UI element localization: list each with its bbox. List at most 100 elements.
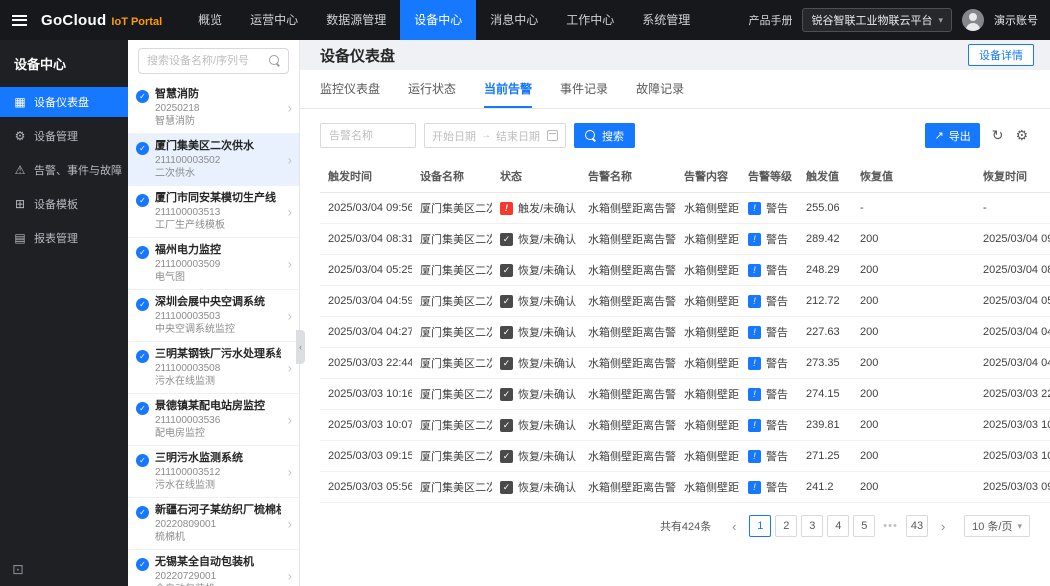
- device-name: 无锡某全自动包装机: [155, 555, 281, 570]
- top-nav-item[interactable]: 设备中心: [400, 0, 476, 40]
- sidebar-item[interactable]: ▤ 报表管理: [0, 223, 128, 253]
- device-list-item[interactable]: 无锡某全自动包装机 20220729001 全自动包装机: [128, 550, 299, 586]
- avatar[interactable]: [962, 9, 984, 31]
- tab[interactable]: 故障记录: [636, 80, 684, 108]
- cell-recovery-value: 200: [852, 317, 975, 348]
- cell-recovery-time: -: [975, 193, 1050, 224]
- level-badge-icon: [748, 357, 761, 370]
- menu-toggle-icon[interactable]: [12, 15, 27, 26]
- table-row[interactable]: 2025/03/03 05:56:11 厦门集美区二次供水 恢复/未确认 水箱侧…: [320, 472, 1050, 503]
- table-row[interactable]: 2025/03/04 05:25:37 厦门集美区二次供水 恢复/未确认 水箱侧…: [320, 255, 1050, 286]
- content-card: 监控仪表盘 运行状态 当前告警 事件记录 故障记录 开始日期 → 结束日期: [300, 70, 1050, 586]
- device-list-item[interactable]: 福州电力监控 211100003509 电气图: [128, 238, 299, 290]
- level-badge-icon: [748, 481, 761, 494]
- device-list-item[interactable]: 厦门集美区二次供水 211100003502 二次供水: [128, 134, 299, 186]
- cell-device-name: 厦门集美区二次供水: [412, 348, 492, 379]
- search-button[interactable]: 搜索: [574, 123, 635, 148]
- sidebar-item-icon: ▦: [13, 95, 27, 109]
- top-nav-item[interactable]: 系统管理: [628, 0, 704, 40]
- cell-trigger-value: 255.06: [798, 193, 852, 224]
- chevron-right-icon: [288, 464, 292, 479]
- panel-collapse-handle[interactable]: ‹: [296, 330, 305, 364]
- platform-select[interactable]: 锐谷智联工业物联云平台 ▾: [802, 8, 952, 32]
- cell-alert-level: 警告: [740, 255, 798, 286]
- alerts-table-wrap: 触发时间设备名称状态告警名称告警内容告警等级触发值恢复值恢复时间 2025/03…: [320, 160, 1050, 503]
- search-icon[interactable]: [269, 55, 281, 67]
- date-range-picker[interactable]: 开始日期 → 结束日期: [424, 123, 566, 148]
- sidebar-item[interactable]: ⊞ 设备模板: [0, 189, 128, 219]
- cell-trigger-value: 239.81: [798, 410, 852, 441]
- page-size-select[interactable]: 10 条/页 ▾: [964, 515, 1030, 537]
- top-navbar: GoCloud IoT Portal 概览 运营中心 数据源管理 设备中心 消息…: [0, 0, 1050, 40]
- table-row[interactable]: 2025/03/04 04:59:56 厦门集美区二次供水 恢复/未确认 水箱侧…: [320, 286, 1050, 317]
- table-row[interactable]: 2025/03/03 10:16:03 厦门集美区二次供水 恢复/未确认 水箱侧…: [320, 379, 1050, 410]
- page-number-button[interactable]: 43: [906, 515, 928, 537]
- settings-icon[interactable]: ⚙: [1015, 127, 1028, 144]
- next-page-button[interactable]: ›: [932, 515, 954, 537]
- status-icon: [500, 264, 513, 277]
- cell-alert-name: 水箱侧壁距离告警: [580, 224, 676, 255]
- column-header: 告警内容: [676, 160, 740, 193]
- sidebar-item[interactable]: ▦ 设备仪表盘: [0, 87, 128, 117]
- sidebar-item-label: 设备模板: [34, 196, 78, 212]
- top-nav-item[interactable]: 工作中心: [552, 0, 628, 40]
- page-number-button[interactable]: 2: [775, 515, 797, 537]
- top-nav-item[interactable]: 消息中心: [476, 0, 552, 40]
- device-list-item[interactable]: 深圳会展中央空调系统 211100003503 中央空调系统监控: [128, 290, 299, 342]
- level-badge-icon: [748, 202, 761, 215]
- account-name[interactable]: 演示账号: [994, 12, 1038, 28]
- top-nav-item[interactable]: 运营中心: [236, 0, 312, 40]
- tab[interactable]: 运行状态: [408, 80, 456, 108]
- device-search-input[interactable]: [138, 48, 289, 74]
- top-nav-item[interactable]: 概览: [184, 0, 236, 40]
- sidebar-item[interactable]: ⚠ 告警、事件与故障: [0, 155, 128, 185]
- tab[interactable]: 事件记录: [560, 80, 608, 108]
- level-label: 警告: [766, 479, 788, 495]
- device-list-item[interactable]: 三明污水监测系统 211100003512 污水在线监测: [128, 446, 299, 498]
- table-row[interactable]: 2025/03/04 09:56:50 厦门集美区二次供水 触发/未确认 水箱侧…: [320, 193, 1050, 224]
- table-row[interactable]: 2025/03/03 22:44:48 厦门集美区二次供水 恢复/未确认 水箱侧…: [320, 348, 1050, 379]
- cell-alert-content: 水箱侧壁距离告警: [676, 410, 740, 441]
- page-number-button[interactable]: 1: [749, 515, 771, 537]
- device-list-item[interactable]: 智慧消防 20250218 智慧消防: [128, 82, 299, 134]
- device-serial: 211100003502: [155, 154, 281, 167]
- prev-page-button[interactable]: ‹: [723, 515, 745, 537]
- device-list-item[interactable]: 厦门市同安某模切生产线 211100003513 工厂生产线模板: [128, 186, 299, 238]
- cell-alert-level: 警告: [740, 441, 798, 472]
- table-row[interactable]: 2025/03/03 09:15:08 厦门集美区二次供水 恢复/未确认 水箱侧…: [320, 441, 1050, 472]
- refresh-icon[interactable]: ↻: [992, 127, 1004, 144]
- device-list-item[interactable]: 景德镇某配电站房监控 211100003536 配电房监控: [128, 394, 299, 446]
- cell-status: 触发/未确认: [492, 193, 580, 224]
- product-manual-link[interactable]: 产品手册: [748, 12, 792, 28]
- cell-alert-name: 水箱侧壁距离告警: [580, 472, 676, 503]
- page-number-button[interactable]: 4: [827, 515, 849, 537]
- device-serial: 211100003503: [155, 310, 281, 323]
- cell-alert-level: 警告: [740, 472, 798, 503]
- cell-alert-name: 水箱侧壁距离告警: [580, 317, 676, 348]
- page-number-button[interactable]: 3: [801, 515, 823, 537]
- sidebar-item[interactable]: ⚙ 设备管理: [0, 121, 128, 151]
- top-nav-item[interactable]: 数据源管理: [312, 0, 400, 40]
- tab[interactable]: 监控仪表盘: [320, 80, 380, 108]
- cell-recovery-value: 200: [852, 224, 975, 255]
- table-row[interactable]: 2025/03/04 08:31:47 厦门集美区二次供水 恢复/未确认 水箱侧…: [320, 224, 1050, 255]
- page-number-button[interactable]: •••: [879, 515, 902, 537]
- sidebar-collapse-icon[interactable]: ⊡: [12, 561, 24, 578]
- filter-bar: 开始日期 → 结束日期 搜索 ↗ 导出 ↻ ⚙: [320, 123, 1050, 148]
- level-label: 警告: [766, 324, 788, 340]
- device-name: 厦门集美区二次供水: [155, 139, 281, 154]
- alert-name-input[interactable]: [320, 123, 416, 148]
- cell-alert-level: 警告: [740, 224, 798, 255]
- status-label: 恢复/未确认: [518, 386, 576, 402]
- device-list: 智慧消防 20250218 智慧消防 厦门集美区二次供水 21110000350…: [128, 82, 299, 586]
- page-number-button[interactable]: 5: [853, 515, 875, 537]
- cell-trigger-time: 2025/03/03 10:16:03: [320, 379, 412, 410]
- table-row[interactable]: 2025/03/04 04:27:37 厦门集美区二次供水 恢复/未确认 水箱侧…: [320, 317, 1050, 348]
- device-list-item[interactable]: 三明某钢铁厂污水处理系统 211100003508 污水在线监测: [128, 342, 299, 394]
- device-detail-button[interactable]: 设备详情: [968, 44, 1034, 66]
- export-button[interactable]: ↗ 导出: [925, 123, 979, 148]
- check-circle-icon: [136, 558, 149, 571]
- table-row[interactable]: 2025/03/03 10:07:13 厦门集美区二次供水 恢复/未确认 水箱侧…: [320, 410, 1050, 441]
- tab[interactable]: 当前告警: [484, 80, 532, 108]
- device-list-item[interactable]: 新疆石河子某纺织厂梳棉机 20220809001 梳棉机: [128, 498, 299, 550]
